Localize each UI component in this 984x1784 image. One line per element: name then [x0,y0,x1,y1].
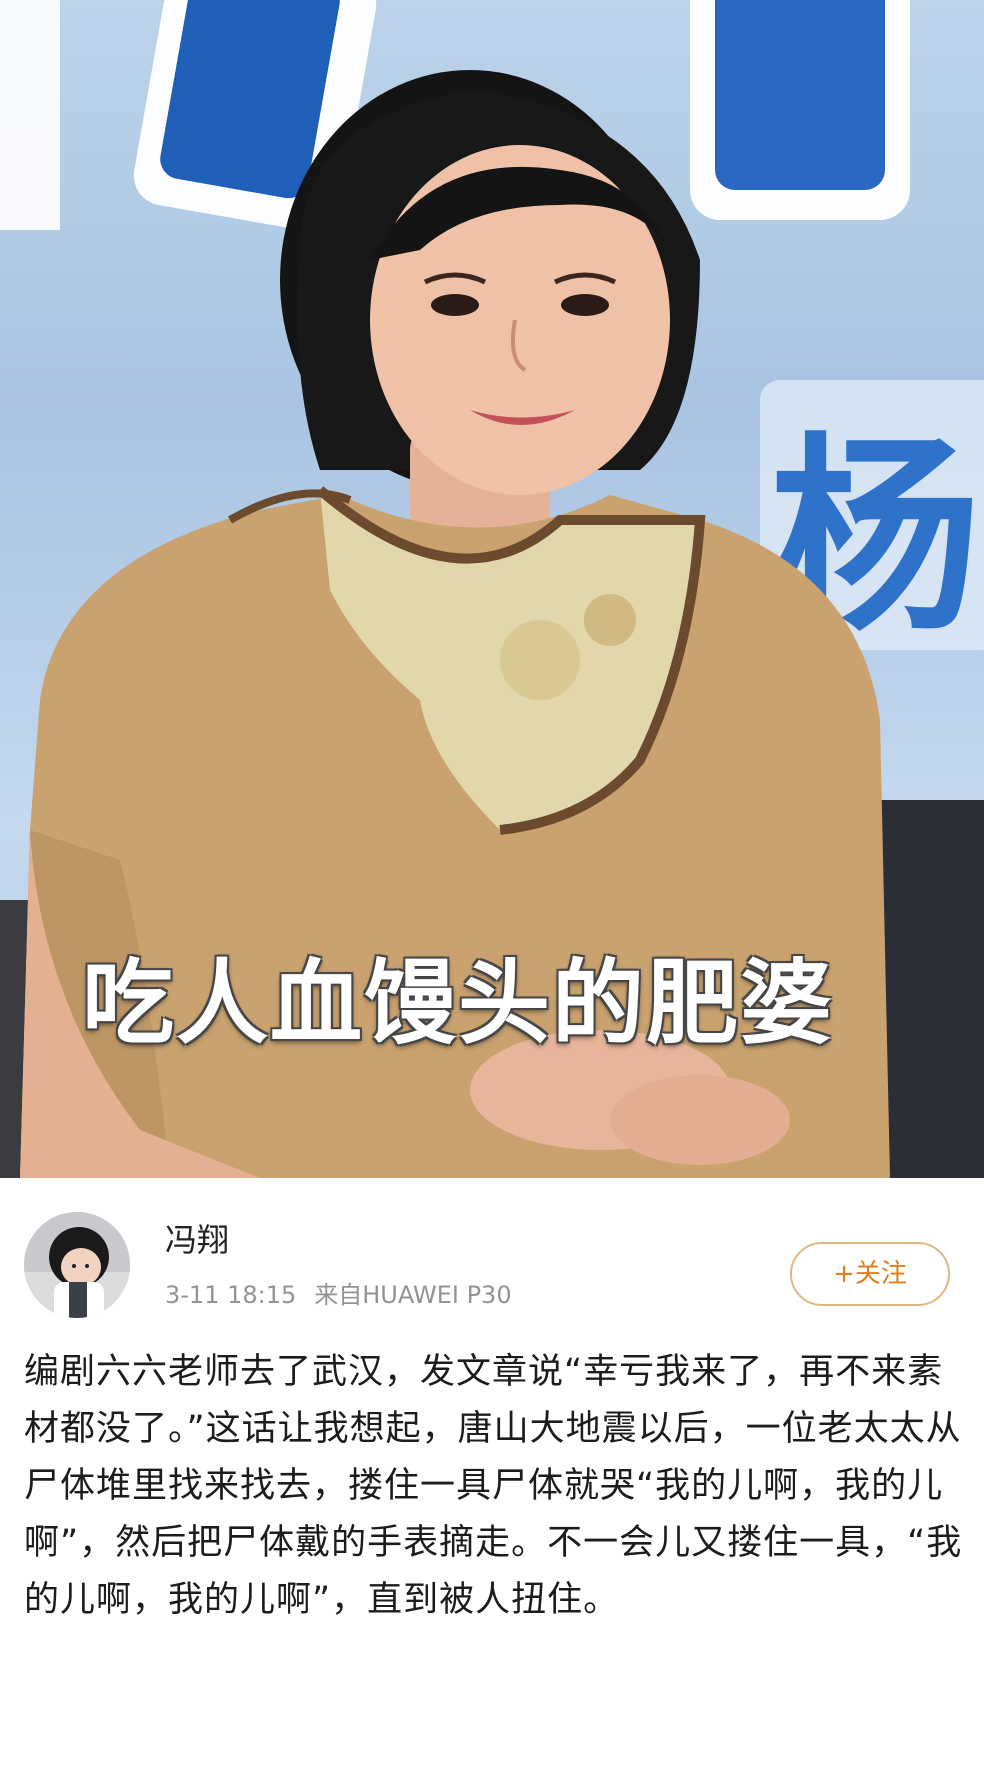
weibo-post: 冯翔 3-11 18:15 来自HUAWEI P30 +关注 编剧六六老师去了武汉… [0,1178,984,1784]
post-body-text: 编剧六六老师去了武汉，发文章说“幸亏我来了，再不来素材都没了。”这话让我想起，唐… [24,1352,963,1620]
post-time: 3-11 18:15 [165,1281,297,1309]
screenshot-frame: 杨 吃人血馒头的肥婆 冯翔 3-11 18:15 来自HUAWEI P30 +关… [0,0,984,1784]
author-avatar[interactable] [24,1212,130,1318]
author-name[interactable]: 冯翔 [165,1220,229,1260]
post-photo[interactable]: 杨 吃人血馒头的肥婆 [0,0,984,1178]
avatar-image [24,1212,130,1318]
photo-caption: 吃人血馒头的肥婆 [82,950,835,1057]
post-meta: 3-11 18:15 来自HUAWEI P30 [165,1280,512,1310]
follow-button[interactable]: +关注 [790,1242,950,1306]
post-source: 来自HUAWEI P30 [314,1281,512,1309]
